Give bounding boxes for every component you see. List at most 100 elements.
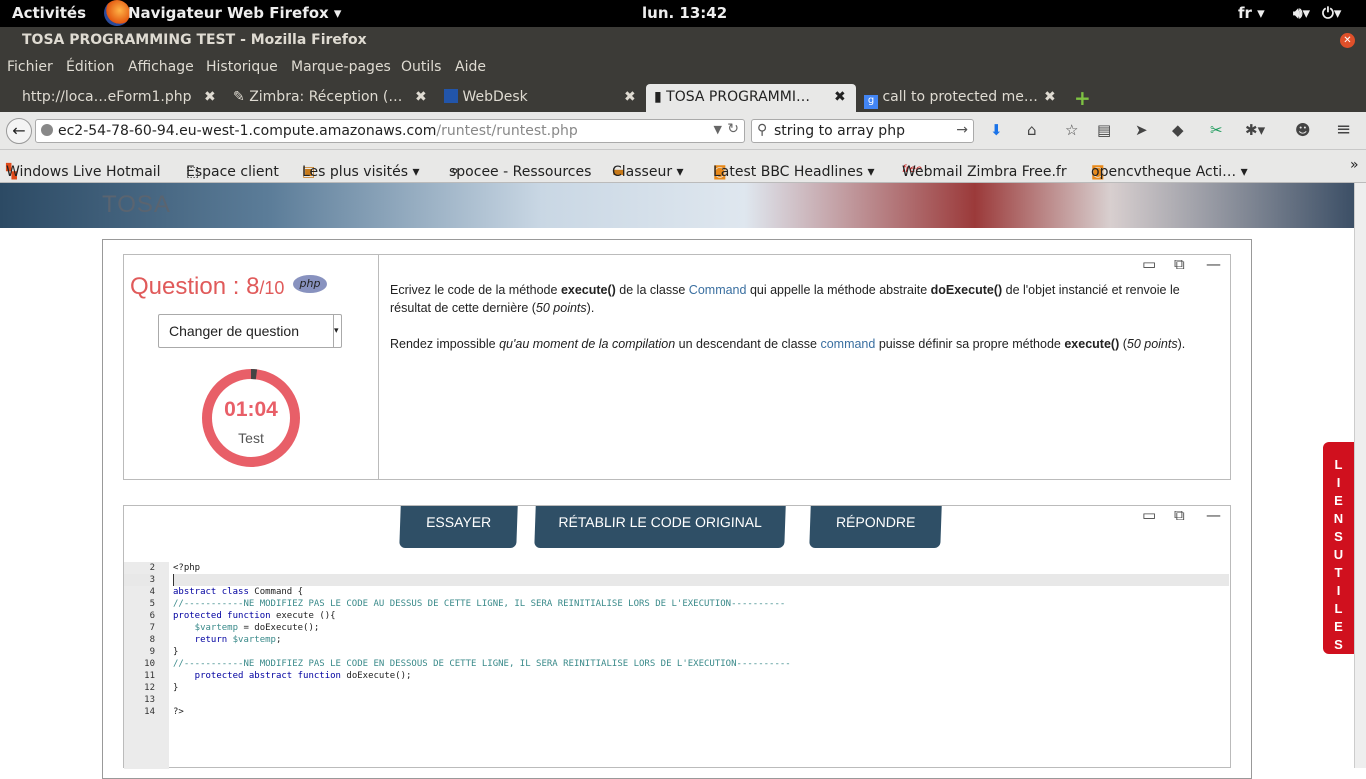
close-tab-icon[interactable]: ✖: [415, 89, 427, 105]
php-badge: php: [293, 275, 327, 293]
restore-icon[interactable]: ⧉: [1174, 255, 1185, 273]
line-number: 8: [149, 635, 155, 645]
close-tab-icon[interactable]: ✖: [204, 89, 216, 105]
more-bookmarks-icon[interactable]: »: [1350, 157, 1359, 173]
zimbra-icon: ✎: [233, 89, 250, 105]
menu-aide[interactable]: Aide: [455, 59, 486, 75]
code-line: ?>: [173, 707, 184, 717]
system-top-bar: Activités Navigateur Web Firefox ▾ lun. …: [0, 0, 1366, 27]
tools-icon[interactable]: ✱▾: [1245, 121, 1265, 139]
power-icon[interactable]: ⏻▾: [1322, 4, 1341, 22]
url-host: ec2-54-78-60-94.eu-west-1.compute.amazon…: [58, 123, 437, 139]
close-tab-icon[interactable]: ✖: [1044, 89, 1056, 105]
minimize-icon[interactable]: —: [1206, 255, 1221, 273]
tab-label: call to protected me…: [882, 89, 1038, 105]
search-value: string to array php: [774, 123, 905, 139]
bookmark-label: spocee - Ressources: [449, 164, 592, 180]
menu-edition[interactable]: Édition: [66, 59, 114, 75]
close-window-icon[interactable]: ✕: [1340, 33, 1355, 48]
tab-google[interactable]: g call to protected me… ✖: [864, 84, 1064, 112]
close-tab-icon[interactable]: ✖: [834, 89, 846, 105]
line-number: 9: [149, 647, 155, 657]
question-selector[interactable]: Changer de question ▾: [158, 314, 342, 348]
volume-icon[interactable]: 🔊︎▾: [1293, 4, 1310, 22]
clock[interactable]: lun. 13:42: [642, 4, 727, 22]
question-number: Question : 8/10: [130, 273, 284, 301]
code-line: protected function execute (){: [173, 611, 336, 621]
bookmark-label: Latest BBC Headlines ▾: [713, 164, 875, 180]
tab-label: TOSA PROGRAMMI…: [666, 89, 810, 105]
tosa-logo: TOSA: [102, 191, 171, 218]
line-number: 5: [149, 599, 155, 609]
line-numbers: 2 3 4 5 6 7 8 9 10 11 12 13 14: [124, 562, 169, 769]
menu-affichage[interactable]: Affichage: [128, 59, 194, 75]
bookmark-label: Classeur ▾: [612, 164, 684, 180]
window-title: TOSA PROGRAMMING TEST - Mozilla Firefox: [22, 32, 367, 48]
question-label: Question :: [130, 273, 247, 300]
home-icon[interactable]: ⌂: [1027, 121, 1037, 139]
tab-webdesk[interactable]: WebDesk ✖: [444, 84, 639, 112]
timer-value: 01:04: [224, 398, 278, 421]
navigation-bar: ← ec2-54-78-60-94.eu-west-1.compute.amaz…: [0, 112, 1366, 150]
line-number: 7: [149, 623, 155, 633]
app-menu[interactable]: Navigateur Web Firefox ▾: [128, 4, 341, 22]
tab-bar: http://loca…eForm1.php ✖ ✎ Zimbra: Récep…: [0, 82, 1366, 112]
search-go-icon[interactable]: →: [956, 122, 968, 138]
line-number: 3: [124, 574, 155, 586]
line-number: 12: [144, 683, 155, 693]
selector-label: Changer de question: [169, 323, 299, 339]
reading-list-icon[interactable]: ▤: [1097, 121, 1111, 139]
menu-outils[interactable]: Outils: [401, 59, 441, 75]
restore-icon[interactable]: ⧉: [1174, 506, 1185, 524]
hamburger-menu-icon[interactable]: ≡: [1336, 119, 1351, 140]
downloads-icon[interactable]: ⬇: [990, 121, 1003, 139]
menu-historique[interactable]: Historique: [206, 59, 278, 75]
code-editor[interactable]: <?php abstract class Command { //-------…: [173, 562, 1229, 718]
webdesk-icon: [444, 89, 458, 103]
reload-icon[interactable]: ↻: [727, 121, 739, 137]
pocket-icon[interactable]: ◆: [1172, 121, 1184, 139]
tab-tosa[interactable]: ▮ TOSA PROGRAMMI… ✖: [646, 84, 856, 112]
reset-code-button[interactable]: RÉTABLIR LE CODE ORIGINAL: [534, 506, 786, 548]
line-number: 2: [149, 563, 155, 573]
search-icon: ⚲: [757, 122, 768, 138]
code-line: }: [173, 647, 179, 657]
addon-icon[interactable]: ✂: [1210, 121, 1223, 139]
dropdown-icon[interactable]: ▼: [714, 123, 722, 136]
tab-localhost[interactable]: http://loca…eForm1.php ✖: [22, 84, 222, 112]
menu-marque-pages[interactable]: Marque-pages: [291, 59, 391, 75]
code-line: return $vartemp;: [173, 635, 282, 645]
send-icon[interactable]: ➤: [1135, 121, 1148, 139]
back-icon[interactable]: ←: [6, 118, 32, 144]
close-tab-icon[interactable]: ✖: [624, 89, 636, 105]
dropdown-arrow-icon: ▾: [333, 315, 341, 347]
firefox-icon: [104, 0, 130, 26]
code-panel: ESSAYER RÉTABLIR LE CODE ORIGINAL RÉPOND…: [123, 505, 1231, 769]
bookmark-star-icon[interactable]: ☆: [1065, 121, 1078, 139]
page-scrollbar[interactable]: [1354, 183, 1366, 768]
maximize-icon[interactable]: ▭: [1142, 506, 1156, 524]
maximize-icon[interactable]: ▭: [1142, 255, 1156, 273]
url-path: /runtest/runtest.php: [436, 123, 578, 139]
bookmark-label: Windows Live Hotmail: [6, 164, 161, 180]
liens-utiles-tab[interactable]: L I E N S U T I L E S: [1323, 442, 1354, 654]
activities-button[interactable]: Activités: [12, 4, 86, 22]
answer-button[interactable]: RÉPONDRE: [809, 506, 942, 548]
tab-zimbra[interactable]: ✎ Zimbra: Réception (… ✖: [233, 84, 433, 112]
question-panel: Question : 8/10 php Changer de question …: [123, 254, 1231, 480]
timer-label: Test: [238, 430, 264, 446]
url-bar[interactable]: ec2-54-78-60-94.eu-west-1.compute.amazon…: [35, 119, 745, 143]
code-line: protected abstract function doExecute();: [173, 671, 412, 681]
bookmark-label: opencvtheque Acti… ▾: [1091, 164, 1248, 180]
line-number: 10: [144, 659, 155, 669]
minimize-icon[interactable]: —: [1206, 506, 1221, 524]
language-menu[interactable]: fr ▾: [1238, 4, 1265, 22]
search-input[interactable]: ⚲ string to array php →: [751, 119, 974, 143]
chat-icon[interactable]: ☻: [1295, 121, 1311, 139]
bookmark-label: Espace client: [186, 164, 279, 180]
menu-fichier[interactable]: Fichier: [7, 59, 53, 75]
tab-label: http://loca…eForm1.php: [22, 89, 192, 105]
new-tab-icon[interactable]: +: [1074, 86, 1091, 110]
try-button[interactable]: ESSAYER: [399, 506, 518, 548]
line-number: 6: [149, 611, 155, 621]
